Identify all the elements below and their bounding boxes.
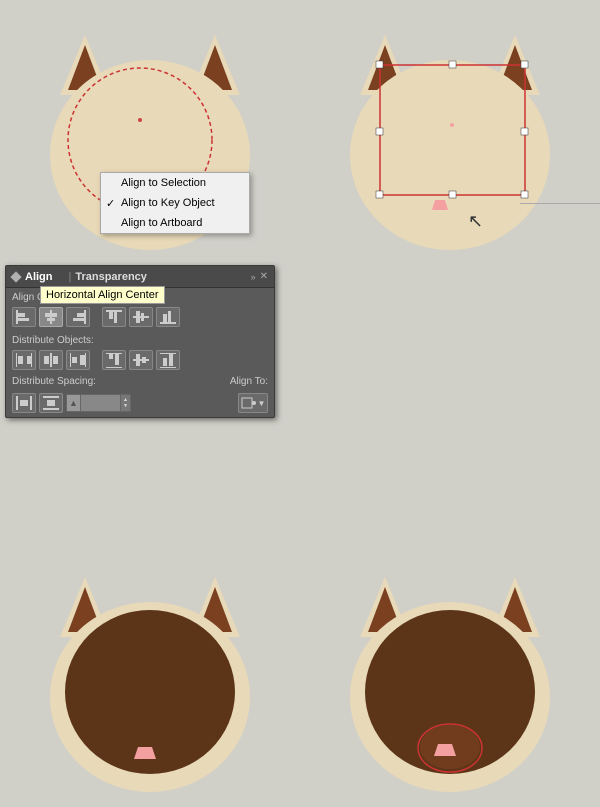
top-right-cat-panel: ↖ [300, 0, 600, 270]
tab-align[interactable]: Align [25, 271, 53, 283]
align-to-button[interactable]: ▼ [238, 393, 268, 413]
distribute-right-button[interactable] [66, 350, 90, 370]
distribute-spacing-label: Distribute Spacing: [12, 376, 96, 387]
distribute-left-button[interactable] [12, 350, 36, 370]
distribute-center-v-button[interactable] [129, 350, 153, 370]
align-to-artboard-item[interactable]: Align to Artboard [101, 213, 249, 233]
distribute-spacing-v-button[interactable] [39, 393, 63, 413]
spinners[interactable]: ▲ ▼ [121, 394, 131, 412]
align-to-label: Align To: [230, 376, 268, 387]
spinner-down[interactable]: ▼ [121, 403, 130, 409]
align-to-key-object-item[interactable]: Align to Key Object [101, 193, 249, 213]
tooltip-horizontal-align-center: Horizontal Align Center [40, 286, 165, 304]
bottom-right-cat-panel [300, 537, 600, 807]
panel-header: Align | Transparency » ✕ [6, 266, 274, 288]
distribute-bottom-button[interactable] [156, 350, 180, 370]
bottom-left-cat-svg [30, 552, 270, 792]
h-guide-line [520, 203, 600, 204]
align-left-button[interactable] [12, 307, 36, 327]
tab-transparency[interactable]: Transparency [75, 271, 147, 283]
align-panel: Align | Transparency » ✕ Align Objects: … [5, 265, 275, 418]
align-to-dropdown-menu: Align to Selection Align to Key Object A… [100, 172, 250, 234]
panel-diamond-icon [10, 271, 21, 282]
distribute-objects-label: Distribute Objects: [6, 331, 274, 348]
bottom-left-cat-panel [0, 537, 300, 807]
cursor-icon: ↖ [468, 211, 483, 232]
top-right-cat-svg [330, 15, 570, 255]
align-center-h-button[interactable]: Horizontal Align Center [39, 307, 63, 327]
distribute-objects-row [6, 348, 274, 374]
bottom-right-cat-svg [330, 552, 570, 792]
distribute-spacing-row: Distribute Spacing: Align To: [6, 374, 274, 391]
distribute-center-h-button[interactable] [39, 350, 63, 370]
align-right-button[interactable] [66, 307, 90, 327]
spacing-controls-row: ▲ 0 px ▲ ▼ ▼ [6, 391, 274, 417]
align-objects-row: Horizontal Align Center [6, 305, 274, 331]
spinner-up-icon[interactable]: ▲ [67, 398, 80, 408]
align-to-dropdown-arrow[interactable]: ▼ [258, 399, 266, 408]
px-input[interactable]: 0 px [81, 394, 121, 412]
distribute-spacing-h-button[interactable] [12, 393, 36, 413]
top-row: ↖ [0, 0, 600, 270]
align-bottom-button[interactable] [156, 307, 180, 327]
distribute-top-button[interactable] [102, 350, 126, 370]
panel-expand-icon[interactable]: » [251, 272, 256, 282]
px-input-group: ▲ 0 px ▲ ▼ [66, 394, 131, 412]
align-center-v-button[interactable] [129, 307, 153, 327]
align-top-button[interactable] [102, 307, 126, 327]
bottom-row [0, 537, 600, 807]
align-to-selection-item[interactable]: Align to Selection [101, 173, 249, 193]
panel-close-icon[interactable]: ✕ [260, 271, 268, 282]
